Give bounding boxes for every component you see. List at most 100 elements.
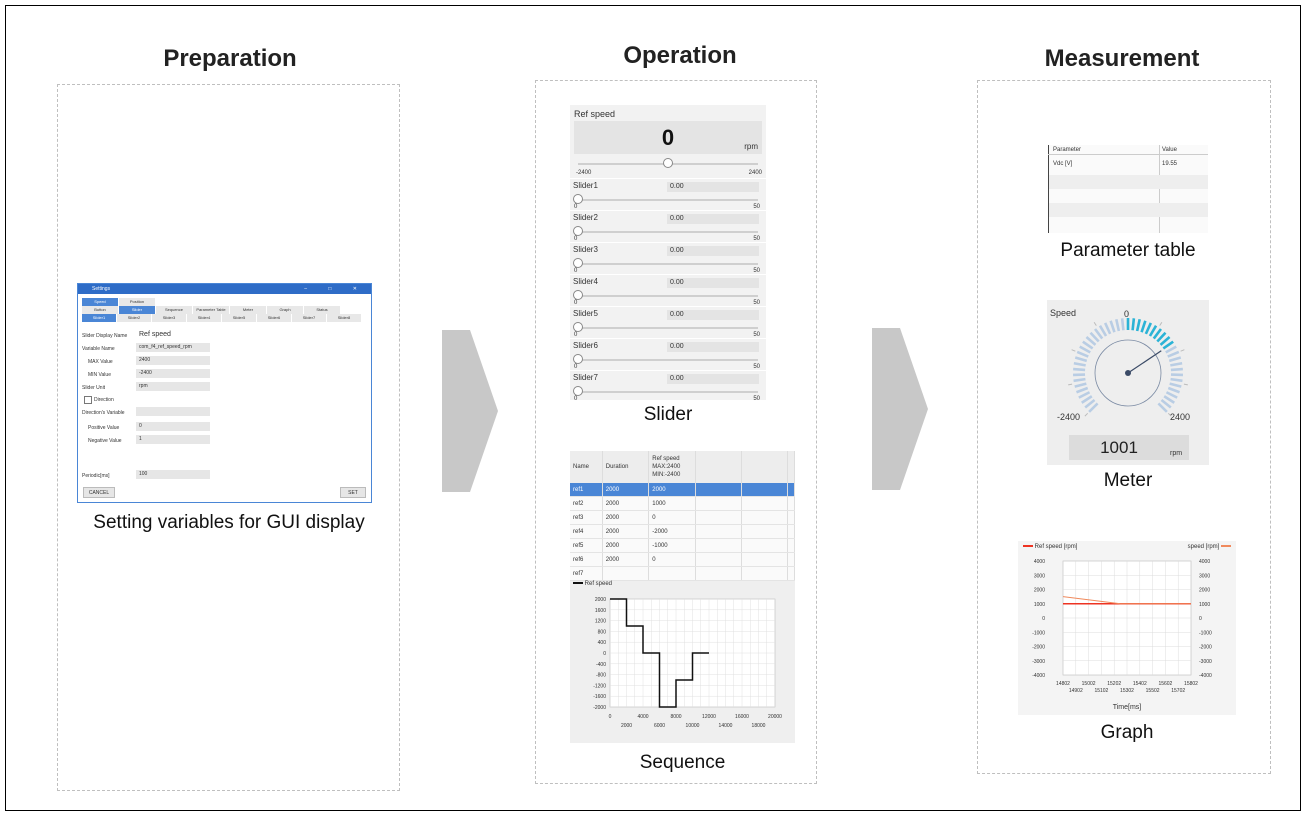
seq-speed[interactable]: 0 (648, 552, 696, 567)
sequence-row[interactable]: ref2 2000 1000 (570, 496, 795, 511)
seq-y-tick: -1200 (593, 683, 606, 689)
tab-slider8[interactable]: Slider8 (327, 314, 362, 322)
meter-top-label: 0 (1124, 309, 1130, 319)
control-tabs: Button Slider Sequence Parameter Table M… (82, 306, 367, 314)
tab-slider2[interactable]: Slider2 (117, 314, 152, 322)
seq-duration[interactable]: 2000 (602, 552, 650, 567)
seq-speed[interactable]: 2000 (648, 483, 696, 497)
meter-tick (1159, 322, 1163, 326)
tab-parameter-table[interactable]: Parameter Table (193, 306, 230, 314)
tab-meter[interactable]: Meter (230, 306, 267, 314)
slider-value-field[interactable]: 0.00 (667, 342, 759, 352)
set-button[interactable]: SET (340, 487, 366, 498)
slider-tabs: Slider1 Slider2 Slider3 Slider4 Slider5 … (82, 314, 367, 322)
graph-x-tick: 14802 (1056, 681, 1070, 687)
tab-speed[interactable]: Speed (82, 298, 119, 306)
graph-x-tick: 14902 (1069, 688, 1083, 694)
meter-segment (1076, 386, 1089, 394)
seq-speed[interactable]: 1000 (648, 496, 696, 511)
param-header: Parameter (1053, 147, 1082, 153)
settings-window: Settings – □ ✕ Speed Position Button Sli… (77, 283, 372, 503)
slider-track[interactable] (578, 263, 758, 265)
periodic-field[interactable]: 100 (136, 470, 210, 479)
seq-speed[interactable]: -1000 (648, 538, 696, 553)
tab-slider1[interactable]: Slider1 (82, 314, 117, 322)
slider-value-field[interactable]: 0.00 (667, 214, 759, 224)
slider-track[interactable] (578, 231, 758, 233)
seq-speed[interactable] (648, 566, 696, 581)
slider-track[interactable] (578, 359, 758, 361)
sequence-row[interactable]: ref5 2000 -1000 (570, 538, 795, 553)
slider-row: Slider6 0.00 0 50 (570, 338, 766, 371)
slider-knob[interactable] (573, 194, 583, 204)
seq-duration[interactable]: 2000 (602, 496, 650, 511)
meter-segment (1170, 377, 1183, 383)
arrow-right-icon (442, 330, 498, 492)
direction-checkbox[interactable] (84, 396, 92, 404)
slider-knob[interactable] (573, 258, 583, 268)
slider-value-field[interactable]: 0.00 (667, 310, 759, 320)
tab-slider7[interactable]: Slider7 (292, 314, 327, 322)
slider-knob[interactable] (573, 354, 583, 364)
seq-duration[interactable]: 2000 (602, 538, 650, 553)
seq-speed[interactable]: 0 (648, 510, 696, 525)
tab-position[interactable]: Position (119, 298, 156, 306)
tab-slider6[interactable]: Slider6 (257, 314, 292, 322)
display-name-field[interactable]: Ref speed (136, 330, 208, 339)
ref-speed-slider-knob[interactable] (663, 158, 673, 168)
sequence-row[interactable]: ref6 2000 0 (570, 552, 795, 567)
seq-x-tick: 6000 (654, 723, 665, 729)
slider-value-field[interactable]: 0.00 (667, 182, 759, 192)
seq-speed[interactable]: -2000 (648, 524, 696, 539)
tab-slider3[interactable]: Slider3 (152, 314, 187, 322)
tab-slider5[interactable]: Slider5 (222, 314, 257, 322)
meter-max-label: 2400 (1170, 412, 1191, 422)
seq-duration[interactable]: 2000 (602, 524, 650, 539)
positive-value-field[interactable]: 0 (136, 422, 210, 431)
seq-duration[interactable]: 2000 (602, 510, 650, 525)
meter-segment (1135, 318, 1141, 332)
min-value-field[interactable]: -2400 (136, 369, 210, 378)
graph-x-tick: 15702 (1171, 688, 1185, 694)
slider-knob[interactable] (573, 290, 583, 300)
sequence-caption: Sequence (639, 752, 726, 773)
tab-sequence[interactable]: Sequence (156, 306, 193, 314)
sequence-row[interactable]: ref3 2000 0 (570, 510, 795, 525)
window-controls-icon[interactable]: – □ ✕ (304, 284, 367, 294)
tab-slider4[interactable]: Slider4 (187, 314, 222, 322)
slider-knob[interactable] (573, 226, 583, 236)
positive-value-label: Positive Value (88, 425, 120, 431)
slider-knob[interactable] (573, 322, 583, 332)
meter-segment (1170, 361, 1183, 367)
tab-graph[interactable]: Graph (267, 306, 304, 314)
slider-value-field[interactable]: 0.00 (667, 246, 759, 256)
variable-name-select[interactable]: com_f4_ref_speed_rpm (136, 343, 210, 352)
cancel-button[interactable]: CANCEL (83, 487, 115, 498)
tab-button[interactable]: Button (82, 306, 119, 314)
tab-status[interactable]: Status (304, 306, 341, 314)
seq-name: ref3 (570, 510, 603, 525)
meter-segment (1148, 325, 1158, 337)
slider-value-field[interactable]: 0.00 (667, 278, 759, 288)
meter-segment (1169, 382, 1182, 388)
slider-track[interactable] (578, 391, 758, 393)
tab-slider[interactable]: Slider (119, 306, 156, 314)
slider-track[interactable] (578, 327, 758, 329)
meter-segment (1073, 377, 1086, 383)
seq-duration[interactable] (602, 566, 650, 581)
slider-unit-field[interactable]: rpm (136, 382, 210, 391)
slider-track[interactable] (578, 295, 758, 297)
sequence-row[interactable]: ref7 (570, 566, 795, 581)
negative-value-field[interactable]: 1 (136, 435, 210, 444)
variable-name-label: Variable Name (82, 346, 115, 352)
slider-track[interactable] (578, 199, 758, 201)
max-value-field[interactable]: 2400 (136, 356, 210, 365)
slider-value-field[interactable]: 0.00 (667, 374, 759, 384)
direction-variable-select[interactable] (136, 407, 210, 416)
sequence-row[interactable]: ref1 2000 2000 (570, 483, 795, 497)
graph-y-tick-left: 2000 (1034, 588, 1045, 594)
sequence-row[interactable]: ref4 2000 -2000 (570, 524, 795, 539)
seq-duration[interactable]: 2000 (602, 483, 650, 497)
slider-knob[interactable] (573, 386, 583, 396)
direction-label: Direction (94, 397, 114, 403)
